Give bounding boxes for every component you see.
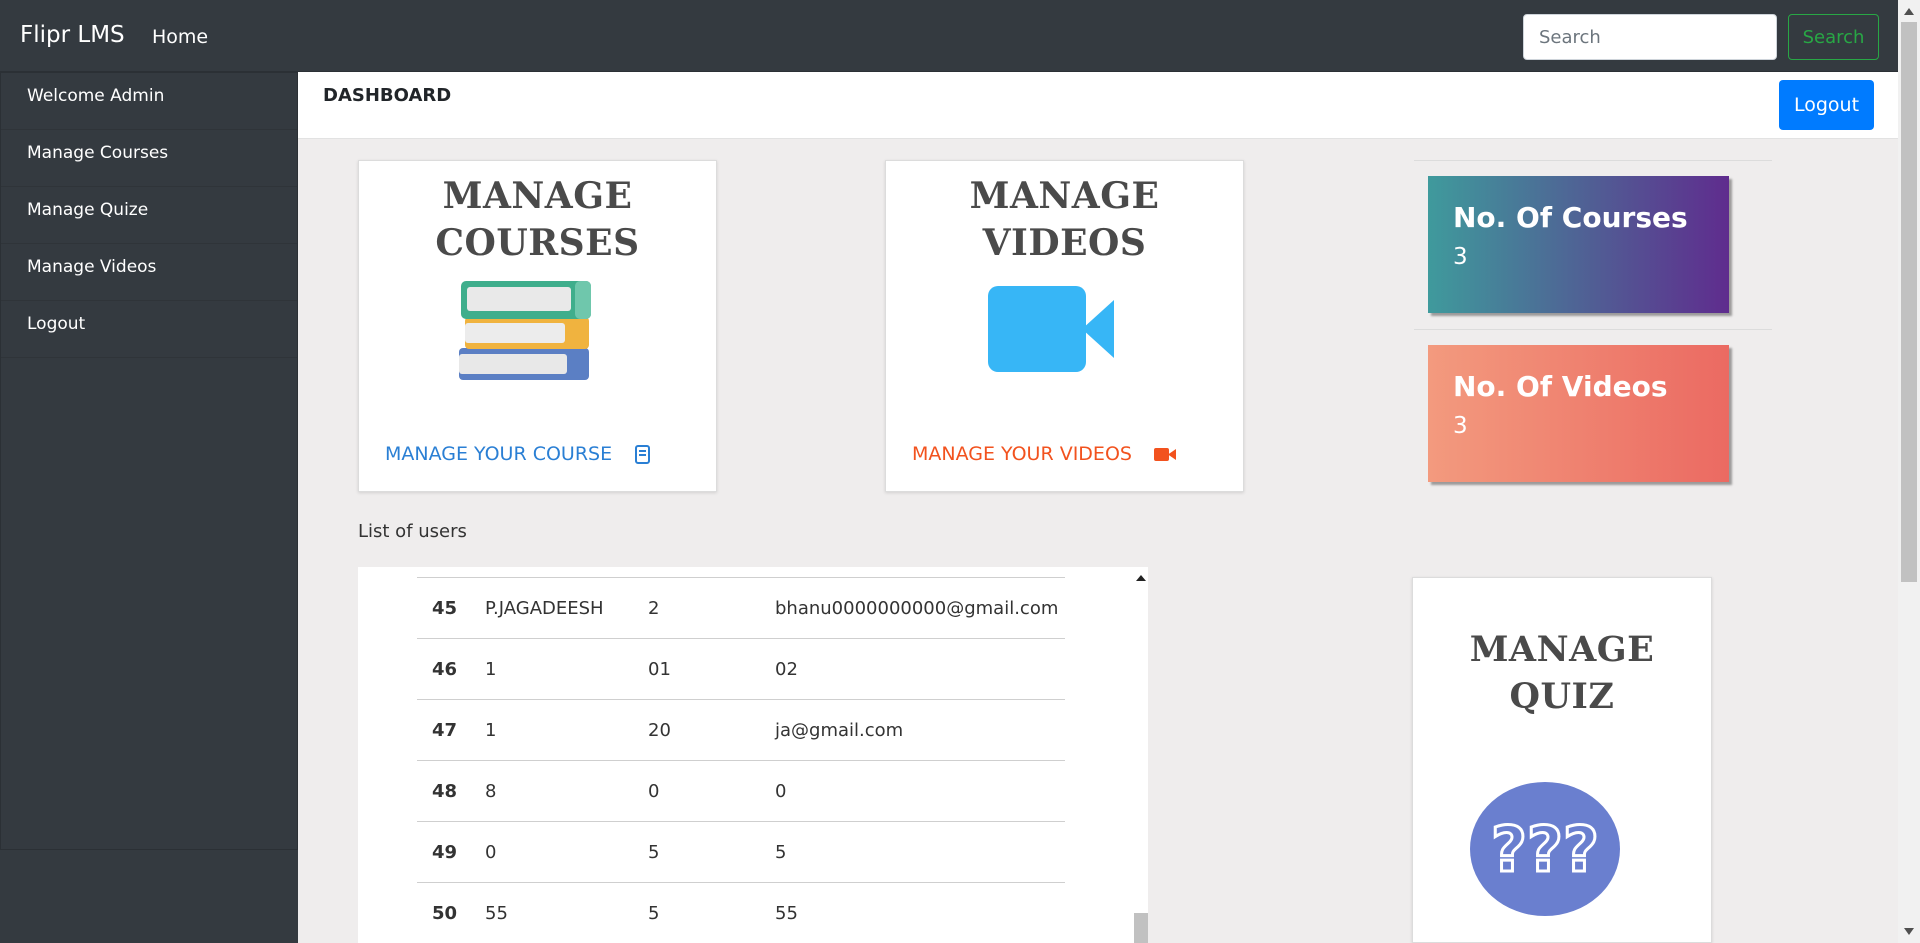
top-navbar: Flipr LMS Home Search xyxy=(0,0,1898,72)
videos-count-label: No. Of Videos xyxy=(1453,370,1668,403)
row-id: 47 xyxy=(417,699,485,761)
row-id: 45 xyxy=(417,577,485,639)
books-icon xyxy=(459,281,591,380)
table-row: 45 P.JAGADEESH 2 bhanu0000000000@gmail.c… xyxy=(417,577,1065,639)
row-name: 55 xyxy=(485,882,648,943)
search-button[interactable]: Search xyxy=(1788,14,1879,60)
card-title: MANAGE VIDEOS xyxy=(969,175,1160,264)
row-value: 5 xyxy=(648,882,775,943)
manage-courses-card[interactable]: MANAGE COURSES MANAGE YOUR COURSE xyxy=(358,160,717,492)
row-email: 55 xyxy=(775,882,1065,943)
table-row: 46 1 01 02 xyxy=(417,638,1065,700)
videos-count-card: No. Of Videos 3 xyxy=(1428,345,1729,482)
row-value: 0 xyxy=(648,760,775,822)
row-id: 49 xyxy=(417,821,485,883)
video-small-icon xyxy=(1153,447,1176,461)
scroll-up-icon[interactable] xyxy=(1136,575,1146,581)
book-icon xyxy=(635,444,651,464)
table-row: 47 1 20 ja@gmail.com xyxy=(417,699,1065,761)
divider xyxy=(1414,329,1772,330)
courses-count-card: No. Of Courses 3 xyxy=(1428,176,1729,313)
scroll-thumb[interactable] xyxy=(1901,22,1917,582)
users-table: 45 P.JAGADEESH 2 bhanu0000000000@gmail.c… xyxy=(417,577,1065,943)
courses-count-value: 3 xyxy=(1453,244,1468,270)
users-table-container[interactable]: 45 P.JAGADEESH 2 bhanu0000000000@gmail.c… xyxy=(358,567,1148,943)
row-value: 2 xyxy=(648,577,775,639)
row-name: 1 xyxy=(485,638,648,700)
brand-logo[interactable]: Flipr LMS xyxy=(20,22,125,48)
page-scrollbar[interactable] xyxy=(1898,0,1920,943)
table-row: 49 0 5 5 xyxy=(417,821,1065,883)
sidebar: Welcome Admin Manage Courses Manage Quiz… xyxy=(0,72,298,850)
card-title: MANAGE QUIZ xyxy=(1469,629,1655,717)
row-value: 01 xyxy=(648,638,775,700)
manage-quiz-card[interactable]: MANAGE QUIZ ??? xyxy=(1412,577,1712,943)
row-email: 02 xyxy=(775,638,1065,700)
sidebar-item-logout[interactable]: Logout xyxy=(1,301,297,358)
scroll-up-icon[interactable] xyxy=(1904,8,1914,15)
sidebar-item-manage-videos[interactable]: Manage Videos xyxy=(1,244,297,301)
divider xyxy=(1414,160,1772,161)
row-value: 20 xyxy=(648,699,775,761)
logout-button[interactable]: Logout xyxy=(1779,80,1874,130)
card-title: MANAGE COURSES xyxy=(435,175,640,264)
table-row: 48 8 0 0 xyxy=(417,760,1065,822)
row-id: 50 xyxy=(417,882,485,943)
nav-home-link[interactable]: Home xyxy=(152,26,208,48)
users-list-label: List of users xyxy=(358,521,467,542)
search-input[interactable] xyxy=(1523,14,1777,60)
row-name: 8 xyxy=(485,760,648,822)
row-value: 5 xyxy=(648,821,775,883)
row-id: 48 xyxy=(417,760,485,822)
svg-text:???: ??? xyxy=(1491,813,1599,886)
row-name: P.JAGADEESH xyxy=(485,577,648,639)
scroll-thumb[interactable] xyxy=(1134,913,1148,943)
sidebar-item-welcome[interactable]: Welcome Admin xyxy=(1,73,297,130)
table-scrollbar[interactable] xyxy=(1133,567,1148,943)
videos-count-value: 3 xyxy=(1453,413,1468,439)
main-content: DASHBOARD Logout MANAGE COURSES MANAGE Y… xyxy=(298,72,1898,943)
sidebar-item-manage-quize[interactable]: Manage Quize xyxy=(1,187,297,244)
manage-videos-card[interactable]: MANAGE VIDEOS MANAGE YOUR VIDEOS xyxy=(885,160,1244,492)
manage-your-course-link[interactable]: MANAGE YOUR COURSE xyxy=(385,443,651,465)
courses-count-label: No. Of Courses xyxy=(1453,201,1688,234)
row-email: bhanu0000000000@gmail.com xyxy=(775,577,1065,639)
row-email: ja@gmail.com xyxy=(775,699,1065,761)
row-email: 0 xyxy=(775,760,1065,822)
row-name: 0 xyxy=(485,821,648,883)
question-marks-icon: ??? xyxy=(1470,782,1620,916)
manage-your-videos-link[interactable]: MANAGE YOUR VIDEOS xyxy=(912,443,1176,465)
table-row: 50 55 5 55 xyxy=(417,882,1065,943)
scroll-down-icon[interactable] xyxy=(1904,928,1914,935)
video-camera-icon xyxy=(988,286,1114,372)
row-email: 5 xyxy=(775,821,1065,883)
row-id: 46 xyxy=(417,638,485,700)
dashboard-header: DASHBOARD Logout xyxy=(298,72,1898,139)
sidebar-item-manage-courses[interactable]: Manage Courses xyxy=(1,130,297,187)
page-title: DASHBOARD xyxy=(323,85,452,106)
row-name: 1 xyxy=(485,699,648,761)
